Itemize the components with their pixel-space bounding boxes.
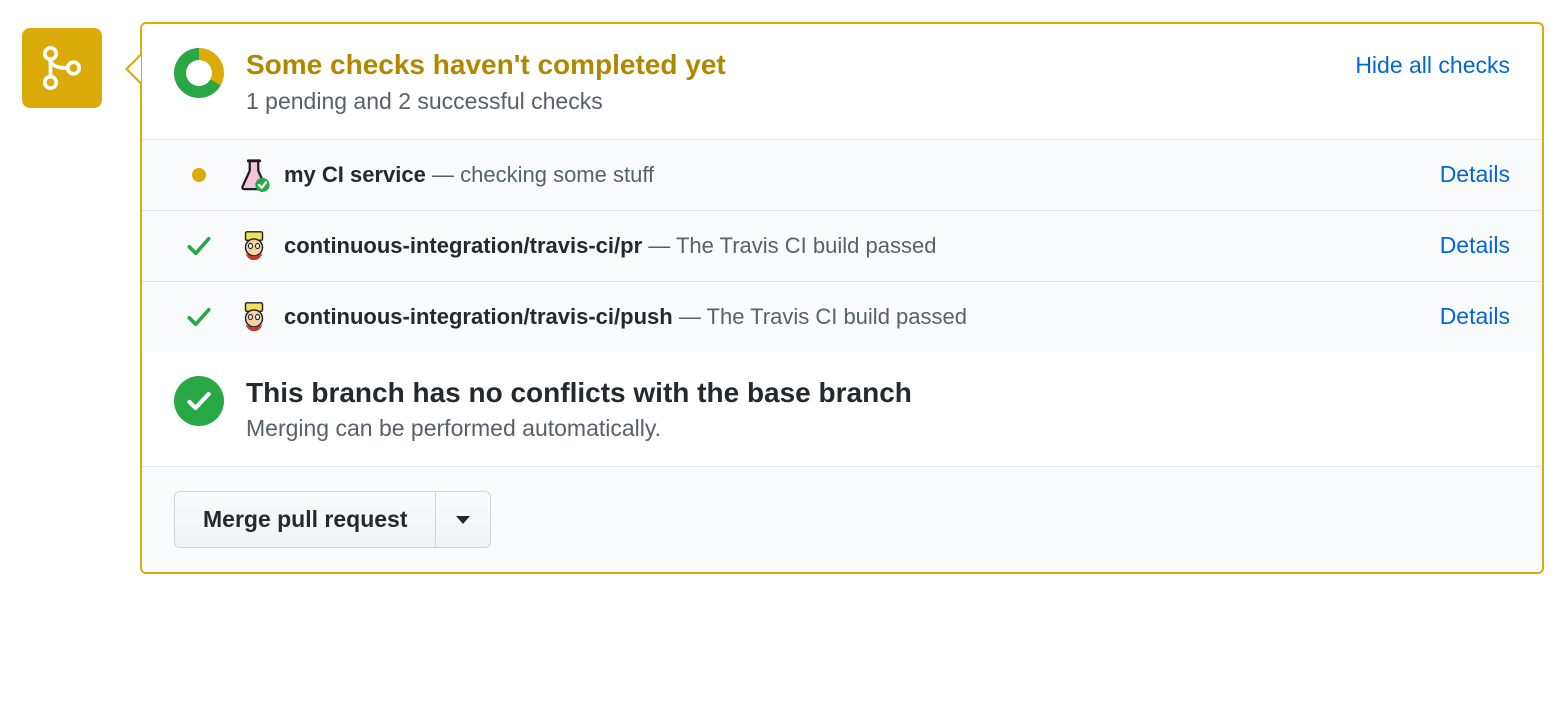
check-row: continuous-integration/travis-ci/pr — Th… [142, 210, 1542, 281]
checks-subtitle: 1 pending and 2 successful checks [246, 88, 1335, 115]
flask-icon [237, 158, 271, 192]
check-icon [186, 233, 212, 259]
details-link[interactable]: Details [1440, 303, 1510, 330]
check-description: continuous-integration/travis-ci/pr — Th… [284, 233, 1420, 259]
check-row: continuous-integration/travis-ci/push — … [142, 281, 1542, 352]
checks-summary: Some checks haven't completed yet 1 pend… [142, 24, 1542, 139]
details-link[interactable]: Details [1440, 232, 1510, 259]
merge-actions: Merge pull request [142, 466, 1542, 572]
merge-card: Some checks haven't completed yet 1 pend… [140, 22, 1544, 574]
check-description: my CI service — checking some stuff [284, 162, 1420, 188]
pending-dot-icon [192, 168, 206, 182]
check-name: my CI service [284, 162, 426, 187]
success-circle-icon [174, 376, 224, 426]
merge-options-dropdown-button[interactable] [436, 491, 491, 548]
mergeability-title: This branch has no conflicts with the ba… [246, 376, 1510, 410]
check-icon [186, 304, 212, 330]
merge-pull-request-button[interactable]: Merge pull request [174, 491, 436, 548]
caret-down-icon [456, 516, 470, 524]
travis-avatar-icon [237, 300, 271, 334]
status-donut-icon [174, 48, 224, 98]
details-link[interactable]: Details [1440, 161, 1510, 188]
merge-status-panel: Some checks haven't completed yet 1 pend… [22, 22, 1544, 574]
check-name: continuous-integration/travis-ci/push [284, 304, 673, 329]
mergeability-section: This branch has no conflicts with the ba… [142, 352, 1542, 467]
hide-all-checks-link[interactable]: Hide all checks [1355, 52, 1510, 79]
check-name: continuous-integration/travis-ci/pr [284, 233, 642, 258]
timeline-badge [22, 28, 102, 108]
mergeability-subtitle: Merging can be performed automatically. [246, 415, 1510, 442]
check-row: my CI service — checking some stuff Deta… [142, 139, 1542, 210]
git-merge-icon [39, 45, 85, 91]
check-description: continuous-integration/travis-ci/push — … [284, 304, 1420, 330]
checks-title: Some checks haven't completed yet [246, 48, 1335, 82]
travis-avatar-icon [237, 229, 271, 263]
